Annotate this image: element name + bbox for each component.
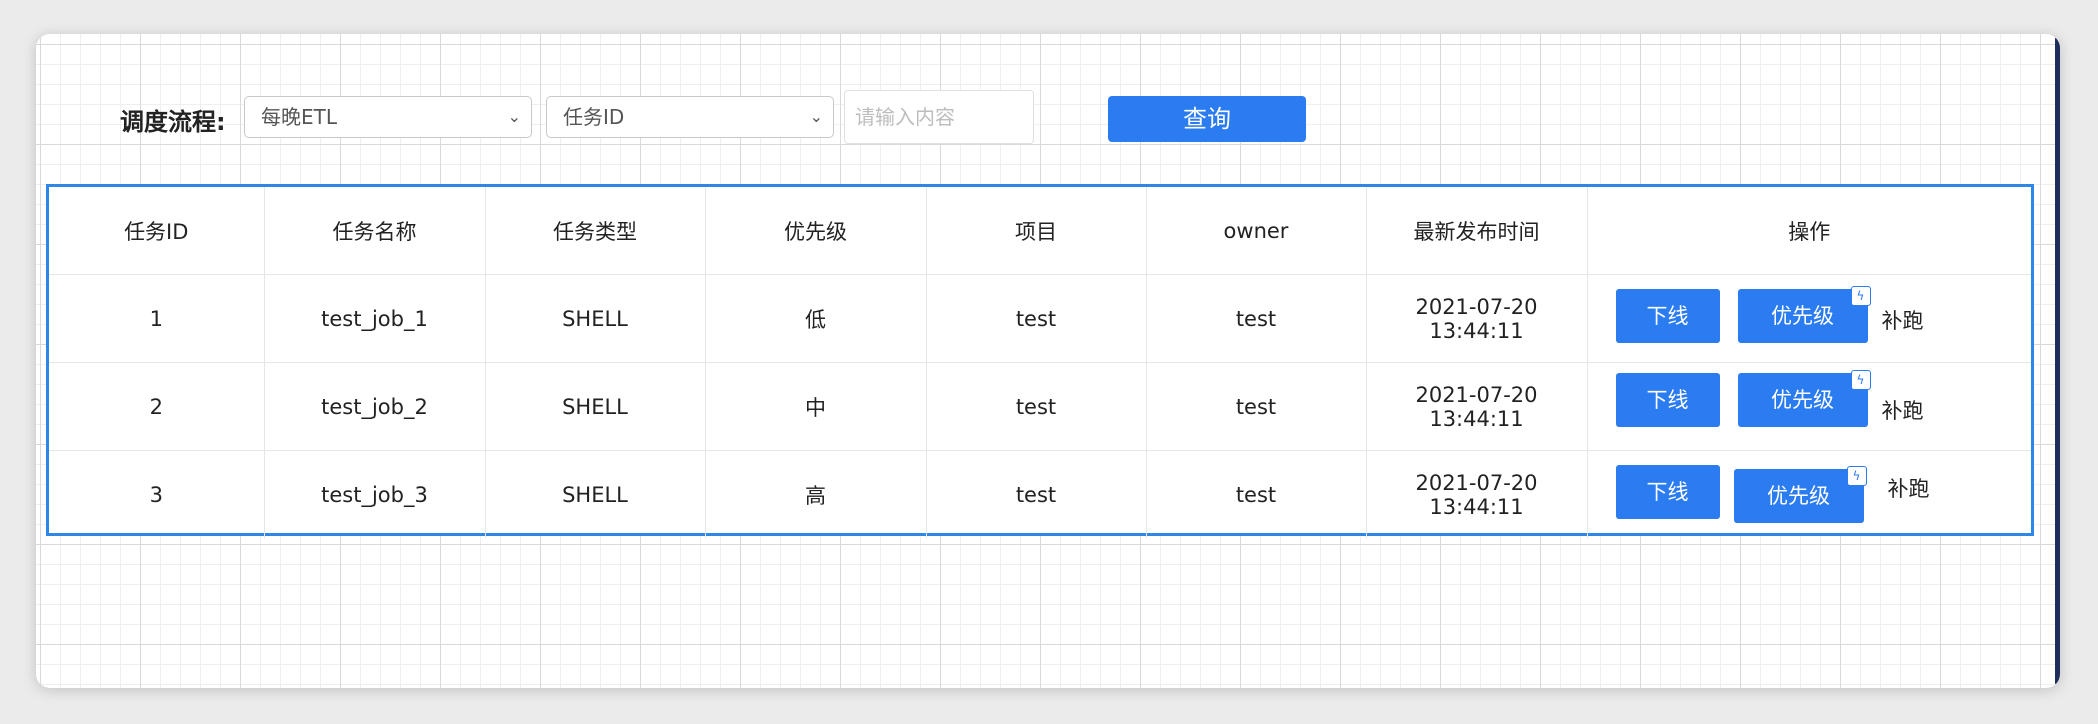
page: 调度流程: 每晚ETL ⌄ 任务ID ⌄ 请输入内容 查询 任务ID 任务名称 … bbox=[0, 0, 2098, 724]
field-select[interactable]: 任务ID ⌄ bbox=[546, 96, 834, 138]
priority-button-label: 优先级 bbox=[1767, 484, 1830, 508]
offline-button[interactable]: 下线 bbox=[1615, 373, 1720, 427]
field-select-value: 任务ID bbox=[563, 105, 625, 129]
cell-task-name: test_job_1 bbox=[263, 274, 486, 363]
row-actions: 下线 优先级 ϟ 补跑 bbox=[1588, 451, 2032, 538]
header-task-type: 任务类型 bbox=[484, 187, 706, 275]
cell-task-id: 3 bbox=[49, 450, 265, 538]
cell-task-type: SHELL bbox=[484, 450, 706, 538]
lightning-icon: ϟ bbox=[1850, 370, 1871, 390]
search-placeholder: 请输入内容 bbox=[855, 105, 955, 129]
task-table: 任务ID 任务名称 任务类型 优先级 项目 owner 最新发布时间 操作 1 … bbox=[46, 184, 2034, 538]
header-task-id: 任务ID bbox=[49, 187, 265, 275]
table-header-row: 任务ID 任务名称 任务类型 优先级 项目 owner 最新发布时间 操作 bbox=[49, 187, 2031, 275]
priority-button-label: 优先级 bbox=[1771, 304, 1834, 328]
cell-task-type: SHELL bbox=[484, 362, 706, 451]
priority-button[interactable]: 优先级 ϟ bbox=[1737, 286, 1871, 343]
priority-button-label: 优先级 bbox=[1771, 388, 1834, 412]
rerun-link[interactable]: 补跑 bbox=[1882, 305, 1924, 335]
canvas-panel: 调度流程: 每晚ETL ⌄ 任务ID ⌄ 请输入内容 查询 任务ID 任务名称 … bbox=[36, 34, 2060, 688]
table-row: 3 test_job_3 SHELL 高 test test 2021-07-2… bbox=[49, 450, 2032, 538]
search-input[interactable]: 请输入内容 bbox=[844, 90, 1034, 144]
header-project: 项目 bbox=[925, 187, 1147, 275]
cell-published: 2021-07-20 13:44:11 bbox=[1365, 274, 1588, 363]
offline-button[interactable]: 下线 bbox=[1615, 289, 1720, 343]
priority-button[interactable]: 优先级 ϟ bbox=[1733, 466, 1867, 523]
cell-task-name: test_job_3 bbox=[263, 450, 486, 538]
cell-owner: test bbox=[1145, 362, 1367, 451]
chevron-down-icon: ⌄ bbox=[507, 107, 521, 126]
lightning-icon: ϟ bbox=[1850, 286, 1871, 306]
table-row: 1 test_job_1 SHELL 低 test test 2021-07-2… bbox=[49, 274, 2032, 363]
cell-priority: 低 bbox=[704, 274, 927, 363]
lightning-icon: ϟ bbox=[1846, 466, 1867, 486]
cell-owner: test bbox=[1145, 450, 1367, 538]
cell-priority: 高 bbox=[704, 450, 927, 538]
row-actions: 下线 优先级 ϟ 补跑 bbox=[1588, 363, 2032, 450]
header-owner: owner bbox=[1145, 187, 1367, 275]
cell-priority: 中 bbox=[704, 362, 927, 451]
process-select[interactable]: 每晚ETL ⌄ bbox=[244, 96, 532, 138]
cell-task-id: 2 bbox=[49, 362, 265, 451]
cell-task-type: SHELL bbox=[484, 274, 706, 363]
priority-button[interactable]: 优先级 ϟ bbox=[1737, 370, 1871, 427]
cell-published: 2021-07-20 13:44:11 bbox=[1365, 362, 1588, 451]
cell-project: test bbox=[925, 274, 1147, 363]
row-actions: 下线 优先级 ϟ 补跑 bbox=[1588, 275, 2032, 362]
cell-project: test bbox=[925, 450, 1147, 538]
rerun-link[interactable]: 补跑 bbox=[1882, 395, 1924, 425]
cell-task-id: 1 bbox=[49, 274, 265, 363]
table-row: 2 test_job_2 SHELL 中 test test 2021-07-2… bbox=[49, 362, 2032, 451]
query-button[interactable]: 查询 bbox=[1108, 96, 1306, 142]
cell-project: test bbox=[925, 362, 1147, 451]
header-priority: 优先级 bbox=[704, 187, 927, 275]
header-actions: 操作 bbox=[1586, 187, 2031, 275]
cell-actions: 下线 优先级 ϟ 补跑 bbox=[1586, 450, 2032, 538]
process-select-value: 每晚ETL bbox=[261, 105, 337, 129]
panel-edge bbox=[2055, 38, 2060, 684]
header-published: 最新发布时间 bbox=[1365, 187, 1588, 275]
cell-actions: 下线 优先级 ϟ 补跑 bbox=[1586, 274, 2032, 363]
cell-owner: test bbox=[1145, 274, 1367, 363]
cell-task-name: test_job_2 bbox=[263, 362, 486, 451]
process-label: 调度流程: bbox=[120, 108, 226, 136]
chevron-down-icon: ⌄ bbox=[809, 107, 823, 126]
cell-published: 2021-07-20 13:44:11 bbox=[1365, 450, 1588, 538]
offline-button[interactable]: 下线 bbox=[1615, 465, 1720, 519]
header-task-name: 任务名称 bbox=[263, 187, 486, 275]
rerun-link[interactable]: 补跑 bbox=[1888, 473, 1930, 503]
cell-actions: 下线 优先级 ϟ 补跑 bbox=[1586, 362, 2032, 451]
